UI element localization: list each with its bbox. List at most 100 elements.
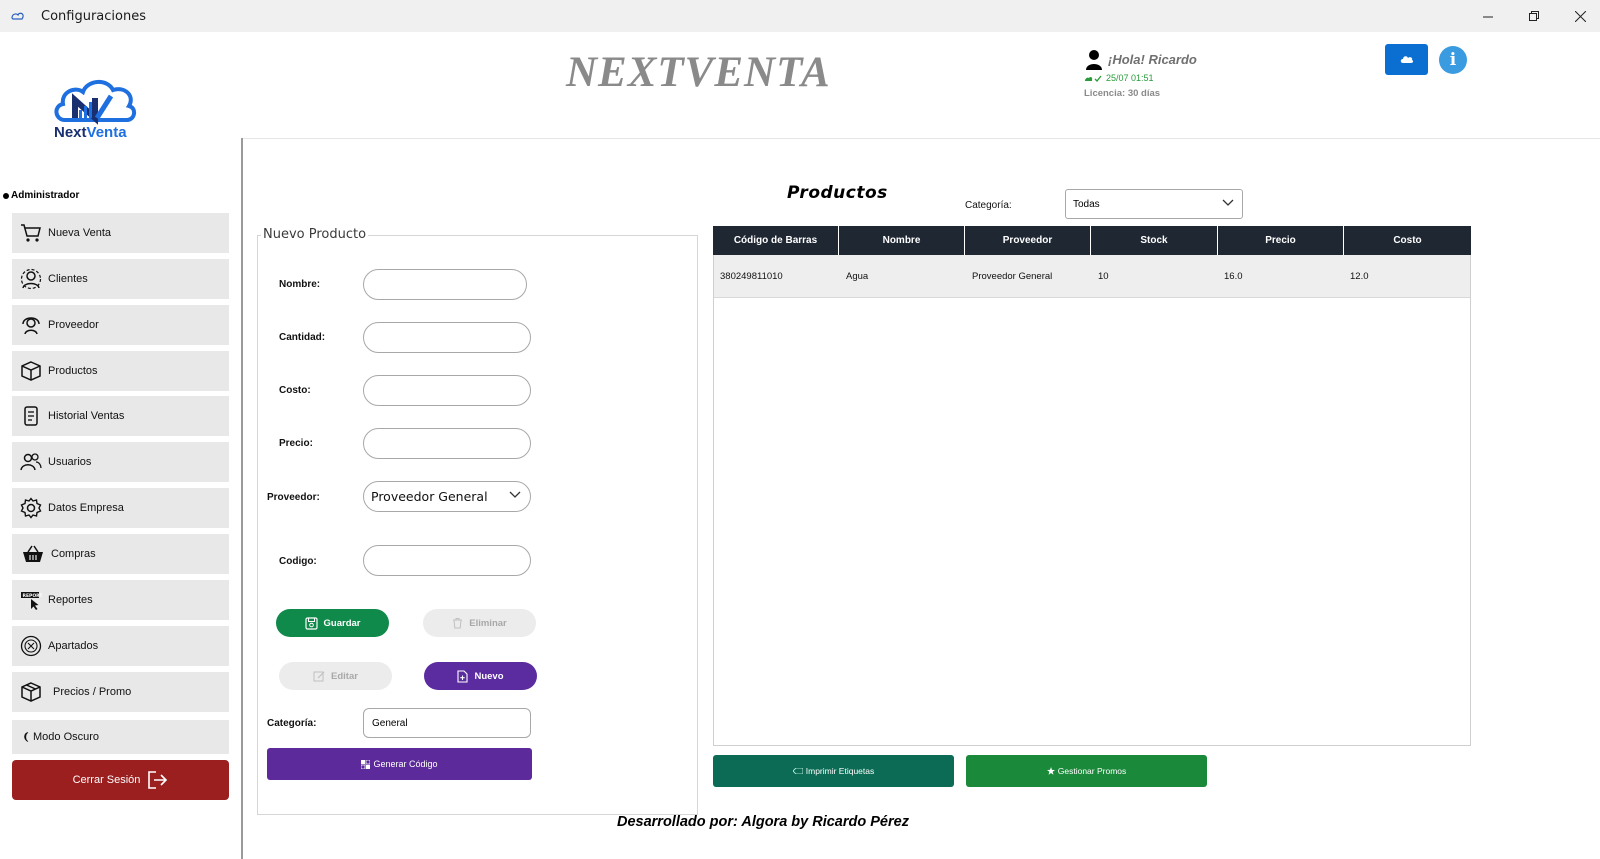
basket-icon bbox=[22, 543, 44, 565]
app-logo: NextVenta bbox=[41, 58, 149, 164]
cloud-icon bbox=[1400, 56, 1413, 63]
generate-code-button[interactable]: Generar Código bbox=[267, 748, 532, 780]
minimize-icon bbox=[1482, 16, 1493, 17]
role-dot-icon bbox=[3, 192, 9, 199]
sidebar-item-reportes[interactable]: REPORT Reportes bbox=[12, 580, 229, 620]
categoria-value: General bbox=[372, 717, 408, 729]
dark-mode-toggle[interactable]: Modo Oscuro bbox=[12, 720, 229, 754]
cloud-sync-button[interactable] bbox=[1385, 44, 1428, 75]
nombre-input[interactable] bbox=[363, 269, 527, 300]
history-icon bbox=[20, 405, 42, 427]
new-button[interactable]: Nuevo bbox=[424, 662, 537, 690]
sidebar-item-nueva-venta[interactable]: Nueva Venta bbox=[12, 213, 229, 253]
sidebar-item-historial-ventas[interactable]: Historial Ventas bbox=[12, 396, 229, 436]
sync-ok-icon bbox=[1085, 75, 1102, 82]
proveedor-label: Proveedor: bbox=[267, 492, 320, 503]
sidebar-item-datos-empresa[interactable]: Datos Empresa bbox=[12, 488, 229, 528]
new-product-legend: Nuevo Producto bbox=[261, 227, 369, 242]
new-label: Nuevo bbox=[474, 670, 504, 682]
developer-credit: Desarrollado por: Algora by Ricardo Pére… bbox=[617, 814, 909, 830]
logout-button[interactable]: Cerrar Sesión bbox=[12, 760, 229, 800]
table-cell: 10 bbox=[1098, 270, 1109, 282]
restore-button[interactable] bbox=[1511, 0, 1557, 32]
category-filter-value: Todas bbox=[1073, 198, 1100, 210]
column-header[interactable]: Nombre bbox=[839, 226, 965, 255]
sidebar-item-usuarios[interactable]: Usuarios bbox=[12, 442, 229, 482]
sidebar-item-label: Usuarios bbox=[48, 456, 92, 468]
logout-label: Cerrar Sesión bbox=[72, 774, 141, 786]
role-text: Administrador bbox=[11, 190, 80, 201]
supplier-icon bbox=[20, 314, 42, 336]
column-header[interactable]: Código de Barras bbox=[713, 226, 839, 255]
report-icon: REPORT bbox=[20, 589, 42, 611]
save-button[interactable]: Guardar bbox=[276, 609, 389, 637]
manage-promos-button[interactable]: Gestionar Promos bbox=[966, 755, 1207, 787]
save-icon bbox=[304, 616, 318, 630]
precio-label: Precio: bbox=[279, 438, 313, 449]
clients-icon bbox=[20, 268, 42, 290]
role-label: Administrador bbox=[3, 190, 79, 201]
table-row[interactable]: 380249811010 Agua Proveedor General 10 1… bbox=[714, 255, 1470, 298]
generate-code-label: Generar Código bbox=[373, 759, 438, 769]
table-cell: 380249811010 bbox=[720, 270, 783, 282]
logo-text-next: Next bbox=[54, 124, 87, 141]
column-header[interactable]: Proveedor bbox=[965, 226, 1091, 255]
codigo-input[interactable] bbox=[363, 545, 531, 576]
close-icon bbox=[1574, 10, 1586, 22]
sync-timestamp: 25/07 01:51 bbox=[1106, 73, 1154, 83]
table-cell: Agua bbox=[846, 270, 869, 282]
edit-label: Editar bbox=[331, 670, 358, 682]
save-label: Guardar bbox=[323, 617, 361, 629]
sidebar-item-label: Historial Ventas bbox=[48, 410, 125, 422]
dark-mode-label: Modo Oscuro bbox=[33, 731, 100, 743]
sidebar-divider bbox=[241, 138, 243, 859]
cart-icon bbox=[20, 222, 42, 244]
nombre-label: Nombre: bbox=[279, 279, 321, 290]
edit-button[interactable]: Editar bbox=[279, 662, 392, 690]
sidebar-item-proveedor[interactable]: Proveedor bbox=[12, 305, 229, 345]
column-header[interactable]: Costo bbox=[1344, 226, 1471, 255]
cloud-logo-icon bbox=[54, 80, 136, 125]
info-button[interactable]: i bbox=[1439, 46, 1467, 74]
users-icon bbox=[20, 451, 42, 473]
close-button[interactable] bbox=[1557, 0, 1600, 32]
chevron-down-icon bbox=[1222, 199, 1234, 206]
new-file-icon bbox=[457, 669, 469, 683]
delete-button[interactable]: Eliminar bbox=[423, 609, 536, 637]
sidebar-item-label: Clientes bbox=[48, 273, 88, 285]
user-icon bbox=[1086, 50, 1102, 70]
categoria-input[interactable]: General bbox=[363, 708, 531, 738]
sidebar-item-label: Reportes bbox=[48, 594, 93, 606]
costo-label: Costo: bbox=[279, 385, 311, 396]
print-labels-button[interactable]: Imprimir Etiquetas bbox=[713, 755, 954, 787]
sidebar-item-label: Precios / Promo bbox=[53, 686, 132, 698]
moon-icon bbox=[23, 732, 31, 742]
table-cell: 12.0 bbox=[1350, 270, 1369, 282]
column-header[interactable]: Stock bbox=[1091, 226, 1218, 255]
sidebar-item-label: Datos Empresa bbox=[48, 502, 124, 514]
edit-icon bbox=[313, 671, 325, 682]
sidebar-item-clientes[interactable]: Clientes bbox=[12, 259, 229, 299]
sidebar-item-label: Compras bbox=[51, 548, 96, 560]
category-filter-select[interactable]: Todas bbox=[1065, 189, 1243, 219]
title-bar: Configuraciones bbox=[0, 0, 1600, 32]
costo-input[interactable] bbox=[363, 375, 531, 406]
sidebar-item-precios-promo[interactable]: Precios / Promo bbox=[12, 672, 229, 712]
sidebar-item-apartados[interactable]: Apartados bbox=[12, 626, 229, 666]
window-title: Configuraciones bbox=[41, 9, 146, 24]
column-header[interactable]: Precio bbox=[1218, 226, 1344, 255]
header-divider bbox=[242, 138, 1600, 139]
sidebar-item-compras[interactable]: Compras bbox=[12, 534, 229, 574]
proveedor-select[interactable]: Proveedor General bbox=[363, 481, 531, 512]
sidebar-item-label: Productos bbox=[48, 365, 98, 377]
precio-input[interactable] bbox=[363, 428, 531, 459]
sidebar-item-label: Apartados bbox=[48, 640, 99, 652]
table-header: Código de Barras Nombre Proveedor Stock … bbox=[713, 226, 1471, 255]
svg-text:REPORT: REPORT bbox=[23, 593, 43, 599]
category-filter-label: Categoría: bbox=[965, 200, 1012, 211]
cantidad-input[interactable] bbox=[363, 322, 531, 353]
table-cell: 16.0 bbox=[1224, 270, 1243, 282]
minimize-button[interactable] bbox=[1465, 0, 1511, 32]
sidebar-item-productos[interactable]: Productos bbox=[12, 351, 229, 391]
label-tag-icon bbox=[792, 768, 803, 774]
